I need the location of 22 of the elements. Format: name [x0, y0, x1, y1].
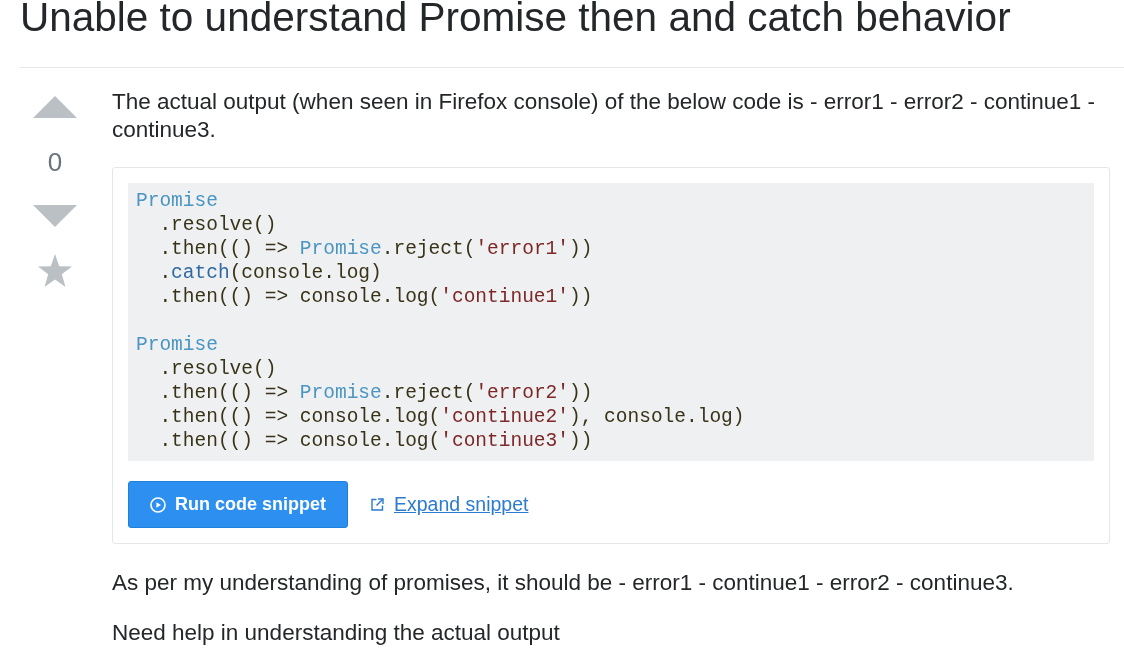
- post-paragraph: The actual output (when seen in Firefox console) of the below code is - error1 - error2 - continue1 - continue3.: [112, 88, 1096, 144]
- code-line: .resolve(): [158, 357, 277, 381]
- code-line: .then(() => console.log('continue1')): [158, 285, 593, 309]
- expand-snippet-link[interactable]: Expand snippet: [371, 489, 529, 520]
- question-title: Unable to understand Promise then and catch behavior: [20, 0, 1011, 35]
- code-line: .then(() => console.log('continue3')): [158, 429, 593, 453]
- run-code-snippet-button[interactable]: Run code snippet: [128, 481, 348, 528]
- code-line: Promise: [136, 333, 218, 357]
- code-line: .then(() => Promise.reject('error2')): [158, 381, 593, 405]
- favorite-star-icon[interactable]: [38, 254, 72, 287]
- code-line: Promise: [136, 189, 218, 213]
- code-line: .catch(console.log): [158, 261, 382, 285]
- downvote-arrow-icon[interactable]: [33, 205, 77, 227]
- code-line: .then(() => console.log('continue2'), console.log): [158, 405, 745, 429]
- code-line: .then(() => Promise.reject('error1')): [158, 237, 593, 261]
- play-circle-icon: [150, 496, 166, 513]
- code-line: .resolve(): [158, 213, 277, 237]
- post-paragraph: As per my understanding of promises, it should be - error1 - continue1 - error2 - continue3.: [112, 569, 1015, 597]
- external-link-icon: [371, 498, 384, 511]
- vote-count: 0: [47, 147, 63, 177]
- post-paragraph: Need help in understanding the actual output: [112, 619, 561, 647]
- upvote-arrow-icon[interactable]: [33, 96, 77, 118]
